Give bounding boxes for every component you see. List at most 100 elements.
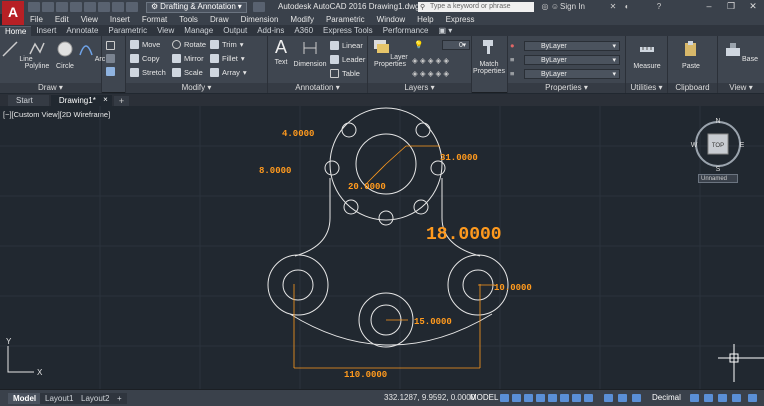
units-dropdown[interactable]: Decimal [652,393,681,402]
viewcube-e[interactable]: E [740,142,745,149]
exchange-icon[interactable]: ✕ [608,2,618,12]
stretch-button[interactable]: Stretch [130,68,166,77]
rectangle-button[interactable] [106,41,115,50]
dim-15[interactable]: 15.0000 [414,317,452,327]
left-boss-outer[interactable] [267,254,329,316]
menu-draw[interactable]: Draw [204,15,235,24]
layout-tab-layout2[interactable]: Layout2 [76,393,115,404]
menu-dimension[interactable]: Dimension [235,15,285,24]
linear-button[interactable]: Linear [330,41,363,50]
layer-bulb-icon[interactable]: 💡 [414,40,423,49]
viewcube-top[interactable]: TOP [712,143,724,149]
share-icon[interactable] [252,2,265,12]
linetype-dropdown[interactable]: ByLayer ▾ [524,55,620,65]
new-tab-button[interactable]: + [113,96,130,106]
hatch-button[interactable] [106,54,115,63]
grid-toggle-icon[interactable] [500,394,509,402]
draw-panel-title[interactable]: Draw ▾ [0,83,101,93]
layers-panel-title[interactable]: Layers ▾ [368,83,471,93]
menu-window[interactable]: Window [371,15,411,24]
tab-add-ins[interactable]: Add-ins [252,26,289,35]
dimension-button[interactable]: Dimension [292,38,328,68]
workspace-dropdown[interactable]: ⚙ Drafting & Annotation ▾ [146,1,247,13]
lineweight-dropdown[interactable]: ByLayer ▾ [524,69,620,79]
user-icon[interactable]: ☺ [550,2,560,12]
minimize-icon[interactable]: – [698,0,720,14]
viewcube[interactable]: TOP N S E W Unnamed [690,118,746,183]
tab-a360[interactable]: A360 [289,26,318,35]
binoculars-icon[interactable]: ◎ [540,2,550,12]
drawing-viewport[interactable]: [−][Custom View][2D Wireframe] 4.0000 8.… [0,106,764,389]
layer-tools-row1[interactable]: ◈ ◈ ◈ ◈ ◈ [412,56,449,65]
tab-insert[interactable]: Insert [31,26,61,35]
search-input[interactable]: ⚲ Type a keyword or phrase [418,2,534,12]
tab-express-tools[interactable]: Express Tools [318,26,378,35]
menu-help[interactable]: Help [411,15,439,24]
a360-icon[interactable]: ◐ [622,2,632,12]
layout-tab-layout1[interactable]: Layout1 [40,393,79,404]
menu-edit[interactable]: Edit [49,15,75,24]
quick-properties-icon[interactable] [690,394,699,402]
close-icon[interactable]: ✕ [742,0,764,14]
tab-view[interactable]: View [152,26,179,35]
coordinate-readout[interactable]: 332.1287, 9.9592, 0.0000 [384,393,475,402]
save-as-icon[interactable] [70,2,82,12]
view-panel-title[interactable]: View ▾ [718,83,764,93]
signin-button[interactable]: Sign In [560,2,585,11]
bolt-hole-3[interactable] [324,160,340,176]
copy-button[interactable]: Copy [130,54,160,63]
menu-parametric[interactable]: Parametric [320,15,371,24]
snap-toggle-icon[interactable] [512,394,521,402]
paste-button[interactable]: Paste [674,40,708,70]
annotation-scale-icon[interactable] [604,394,613,402]
measure-button[interactable]: Measure [630,40,664,70]
fillet-button[interactable]: Fillet ▾ [210,54,245,63]
properties-panel-title[interactable]: Properties ▾ [508,83,625,93]
modify-panel-title[interactable]: Modify ▾ [126,83,267,93]
dim-4[interactable]: 4.0000 [282,129,314,139]
trim-button[interactable]: Trim ▾ [210,40,243,49]
hardware-acceleration-icon[interactable] [732,394,741,402]
tab-annotate[interactable]: Annotate [61,26,103,35]
viewcube-w[interactable]: W [691,142,698,149]
scale-button[interactable]: Scale [172,68,203,77]
dim-8[interactable]: 8.0000 [259,166,291,176]
menu-file[interactable]: File [24,15,49,24]
tab-performance[interactable]: Performance [378,26,434,35]
array-button[interactable]: Array ▾ [210,68,247,77]
table-button[interactable]: Table [330,69,360,78]
dim-18[interactable]: 18.0000 [426,225,502,245]
model-space-button[interactable]: MODEL [470,393,498,402]
menu-insert[interactable]: Insert [104,15,136,24]
tab-start[interactable]: Start [8,95,49,106]
application-menu-button[interactable]: A [2,1,24,25]
match-properties-button[interactable]: Match Properties [472,38,506,75]
menu-view[interactable]: View [75,15,104,24]
close-icon[interactable]: × [103,95,108,105]
layer-properties-button[interactable]: Layer Properties [370,38,410,68]
linetype-icon[interactable]: ≡ [510,55,514,64]
viewcube-n[interactable]: N [715,118,720,125]
tab-parametric[interactable]: Parametric [103,26,152,35]
leader-button[interactable]: Leader [330,55,365,64]
rotate-button[interactable]: Rotate [172,40,206,49]
clipboard-panel-title[interactable]: Clipboard [668,83,717,93]
menu-express[interactable]: Express [440,15,481,24]
mirror-button[interactable]: Mirror [172,54,204,63]
menu-format[interactable]: Format [136,15,173,24]
annotation-monitor-icon[interactable] [632,394,641,402]
tab-drawing1[interactable]: Drawing1* × [50,95,112,106]
base-button[interactable]: Base [724,40,758,63]
layout-tab-model[interactable]: Model [8,393,42,404]
redo-icon[interactable] [126,2,138,12]
drawing-canvas[interactable]: 4.0000 8.0000 31.0000 20.0000 18.0000 10… [0,106,764,389]
ribbon-options-icon[interactable]: ▣ ▾ [433,26,457,35]
web-icon[interactable] [84,2,96,12]
customization-icon[interactable] [748,394,757,402]
bolt-hole-5[interactable] [343,199,359,215]
dim-20[interactable]: 20.0000 [348,182,386,192]
dim-31[interactable]: 31.0000 [440,153,478,163]
viewcube-s[interactable]: S [716,166,721,173]
save-icon[interactable] [56,2,68,12]
utilities-panel-title[interactable]: Utilities ▾ [626,83,667,93]
